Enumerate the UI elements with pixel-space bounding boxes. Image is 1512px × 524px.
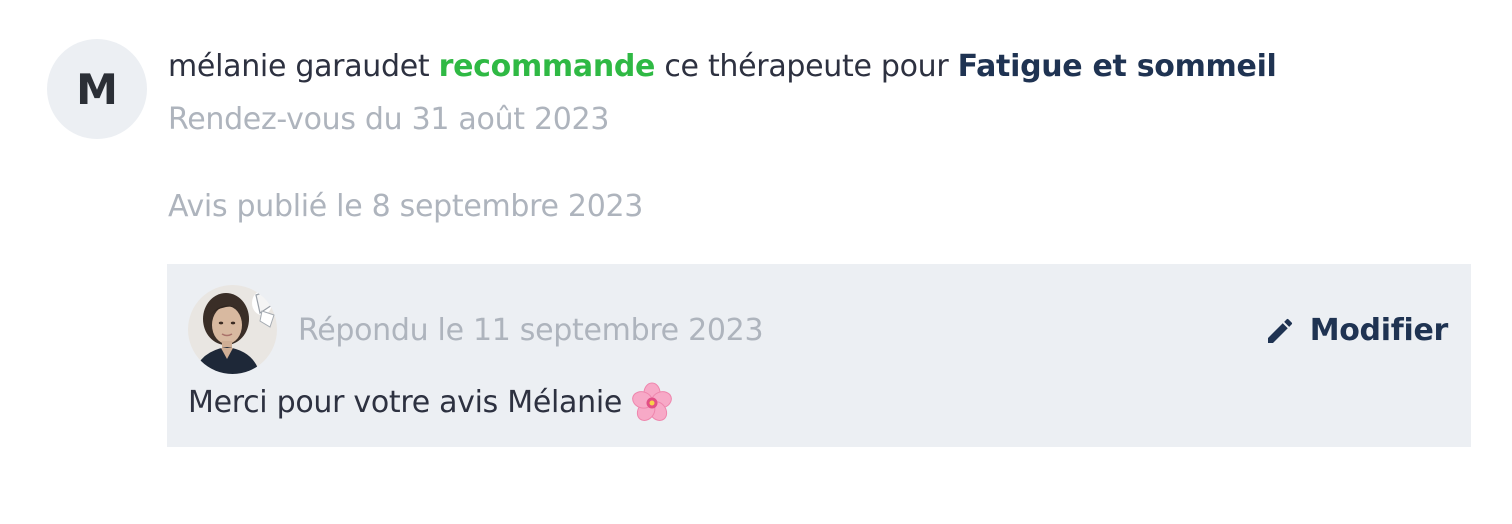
topic-label: Fatigue et sommeil (957, 49, 1277, 84)
therapist-photo-icon (188, 285, 277, 374)
edit-reply-label: Modifier (1309, 313, 1449, 348)
avatar-initial: M (76, 64, 118, 114)
author-name: mélanie garaudet (168, 49, 430, 84)
recommend-label: recommande (438, 49, 656, 84)
pencil-icon (1267, 318, 1292, 343)
avatar: M (47, 39, 147, 139)
reply-message-text: Merci pour votre avis Mélanie (188, 385, 623, 420)
cherry-blossom-icon (632, 382, 672, 421)
therapist-avatar (188, 285, 277, 374)
review-card: M mélanie garaudet recommande ce thérape… (0, 0, 1512, 524)
reply-date: Répondu le 11 septembre 2023 (298, 313, 764, 348)
edit-reply-button[interactable]: Modifier (1264, 309, 1448, 353)
appointment-date: Rendez-vous du 31 août 2023 (168, 102, 610, 137)
headline-middle-text: ce thérapeute pour (664, 49, 949, 84)
therapist-reply: Répondu le 11 septembre 2023 Modifier Me… (167, 264, 1471, 447)
review-headline: mélanie garaudet recommande ce thérapeut… (168, 45, 1277, 89)
reply-message: Merci pour votre avis Mélanie (188, 381, 674, 425)
published-date: Avis publié le 8 septembre 2023 (168, 189, 644, 224)
